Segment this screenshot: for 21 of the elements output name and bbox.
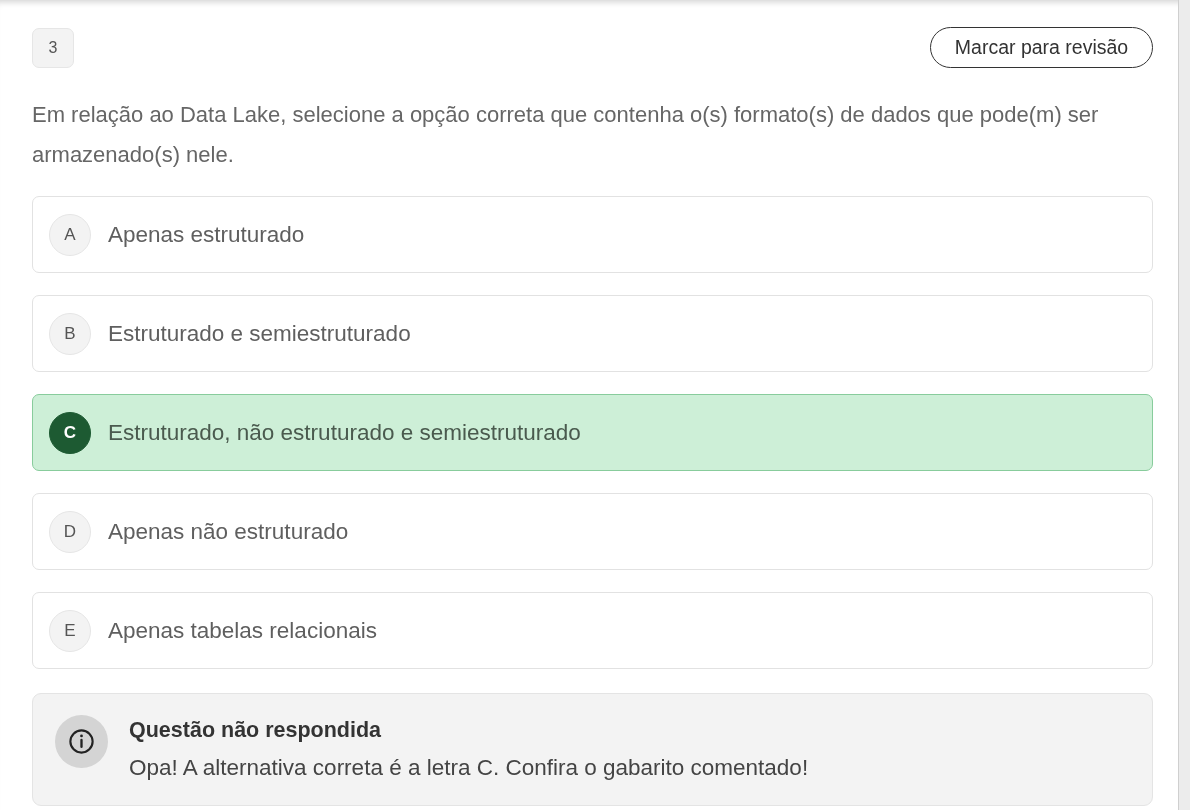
- answer-option[interactable]: E Apenas tabelas relacionais: [32, 592, 1153, 669]
- feedback-message: Opa! A alternativa correta é a letra C. Confira o gabarito comentado!: [129, 754, 809, 782]
- answer-option[interactable]: D Apenas não estruturado: [32, 493, 1153, 570]
- option-text: Estruturado e semiestruturado: [108, 320, 411, 347]
- mark-for-review-button[interactable]: Marcar para revisão: [930, 27, 1153, 68]
- answer-option[interactable]: A Apenas estruturado: [32, 196, 1153, 273]
- option-letter: E: [49, 609, 91, 652]
- option-letter: D: [49, 510, 91, 553]
- info-icon: [55, 715, 108, 768]
- feedback-title: Questão não respondida: [129, 717, 383, 744]
- question-text: Em relação ao Data Lake, selecione a opção correta que contenha o(s) formato(s) de dados que pode(m) ser armazenado(s) nele.: [32, 101, 1100, 169]
- option-text: Apenas estruturado: [108, 221, 305, 248]
- option-letter: A: [49, 213, 91, 256]
- answer-option[interactable]: B Estruturado e semiestruturado: [32, 295, 1153, 372]
- option-text: Estruturado, não estruturado e semiestruturado: [108, 419, 581, 446]
- option-text: Apenas tabelas relacionais: [108, 617, 377, 644]
- option-text: Apenas não estruturado: [108, 518, 349, 545]
- answer-option[interactable]: C Estruturado, não estruturado e semiestruturado: [32, 394, 1153, 471]
- question-number: 3: [32, 27, 74, 68]
- option-letter: B: [49, 312, 91, 355]
- option-letter: C: [49, 411, 91, 454]
